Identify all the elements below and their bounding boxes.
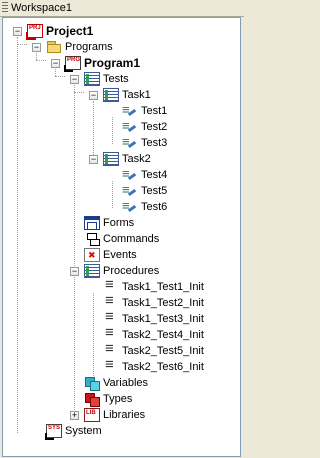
tree-item-program[interactable]: Program1 [64, 55, 141, 72]
tree-item-label: Programs [65, 41, 113, 53]
tree-item-events[interactable]: Events [84, 247, 137, 263]
tree-item-test4[interactable]: Test4 [122, 166, 168, 183]
tree-item-commands[interactable]: Commands [84, 231, 159, 247]
tree-item-libraries[interactable]: Libraries [84, 407, 145, 423]
tree-item-label: Forms [103, 217, 135, 229]
tree-line [36, 53, 38, 60]
program-icon [64, 56, 81, 72]
tree-item-label: Task2_Test5_Init [122, 345, 204, 357]
tree-item-variables[interactable]: Variables [84, 375, 148, 391]
tree-item-procedure[interactable]: Task1_Test1_Init [103, 277, 204, 295]
workspace-tree[interactable]: − Project1 − Programs − Program1 − Tests… [3, 18, 240, 456]
procedures-icon [84, 264, 100, 278]
tree-line [112, 181, 114, 208]
tree-item-procedure[interactable]: Task2_Test4_Init [103, 325, 204, 343]
expand-toggle-project[interactable]: − [13, 27, 22, 36]
tree-item-procedure[interactable]: Task1_Test2_Init [103, 293, 204, 311]
tree-item-test6[interactable]: Test6 [122, 198, 168, 215]
tree-line [17, 37, 19, 433]
tree-item-label: Test4 [141, 169, 168, 181]
tree-item-types[interactable]: Types [84, 391, 132, 407]
folder-icon [46, 40, 62, 54]
tree-item-label: Test2 [141, 121, 168, 133]
tree-item-label: Task2_Test6_Init [122, 361, 204, 373]
tree-item-label: Test5 [141, 185, 168, 197]
tree-item-procedures[interactable]: Procedures [84, 263, 159, 279]
tree-item-label: Task2 [122, 153, 151, 165]
tree-line [36, 60, 46, 62]
tree-item-forms[interactable]: Forms [84, 215, 134, 231]
tree-item-test5[interactable]: Test5 [122, 182, 168, 199]
tree-line [17, 44, 27, 46]
tree-item-label: Test1 [141, 105, 168, 117]
tree-line [74, 92, 84, 94]
variables-icon [84, 376, 100, 391]
procedure-icon [103, 357, 119, 374]
tree-line [55, 69, 57, 76]
events-icon [84, 248, 100, 262]
expand-toggle-program[interactable]: − [51, 59, 60, 68]
expand-toggle-task1[interactable]: − [89, 91, 98, 100]
workspace-title: Workspace1 [11, 2, 72, 14]
tree-item-label: Events [103, 249, 137, 261]
tree-line [112, 117, 114, 144]
test-icon [122, 102, 138, 118]
tree-item-label: Task1_Test1_Init [122, 281, 204, 293]
tree-item-label: Test6 [141, 201, 168, 213]
tree-item-procedure[interactable]: Task1_Test3_Init [103, 309, 204, 327]
test-icon [122, 182, 138, 198]
tree-item-label: Types [103, 393, 133, 405]
task-icon [103, 88, 119, 102]
tree-item-test1[interactable]: Test1 [122, 102, 168, 119]
tree-line [93, 293, 95, 376]
expand-toggle-tests[interactable]: − [70, 75, 79, 84]
task-icon [103, 152, 119, 166]
expand-toggle-procedures[interactable]: − [70, 267, 79, 276]
tree-item-label: Task1_Test3_Init [122, 313, 204, 325]
test-icon [122, 166, 138, 182]
types-icon [84, 392, 100, 407]
tree-item-task2[interactable]: Task2 [103, 151, 151, 167]
expand-toggle-libraries[interactable]: + [70, 411, 79, 420]
tree-item-label: Task2_Test4_Init [122, 329, 204, 341]
tree-item-project[interactable]: Project1 [26, 23, 94, 40]
tree-item-tests[interactable]: Tests [84, 71, 129, 87]
tree-item-test3[interactable]: Test3 [122, 134, 168, 151]
tree-item-label: Commands [103, 233, 160, 245]
workspace-titlebar: Workspace1 [0, 0, 244, 17]
tree-line [93, 101, 95, 159]
tree-item-procedure[interactable]: Task2_Test6_Init [103, 357, 204, 375]
tree-item-label: Tests [103, 73, 129, 85]
tree-item-label: Program1 [84, 56, 141, 70]
test-icon [122, 198, 138, 214]
test-icon [122, 118, 138, 134]
expand-toggle-programs[interactable]: − [32, 43, 41, 52]
form-icon [84, 216, 100, 230]
tree-item-system[interactable]: System [45, 423, 102, 440]
tree-item-label: Task1 [122, 89, 151, 101]
tree-item-programs[interactable]: Programs [46, 39, 113, 55]
tree-line [74, 85, 76, 412]
tree-item-test2[interactable]: Test2 [122, 118, 168, 135]
tree-item-label: Variables [103, 377, 149, 389]
test-icon [122, 134, 138, 150]
tree-item-task1[interactable]: Task1 [103, 87, 151, 103]
project-icon [26, 24, 43, 40]
tree-item-label: Project1 [46, 24, 94, 38]
commands-icon [84, 232, 100, 246]
tree-item-label: Test3 [141, 137, 168, 149]
workspace-tree-pane[interactable]: − Project1 − Programs − Program1 − Tests… [2, 17, 241, 457]
tree-item-label: Libraries [103, 409, 146, 421]
system-icon [45, 424, 62, 440]
tree-line [55, 76, 65, 78]
tree-item-label: System [65, 425, 102, 437]
libraries-icon [84, 408, 100, 422]
tests-list-icon [84, 72, 100, 86]
tree-item-procedure[interactable]: Task2_Test5_Init [103, 341, 204, 359]
tree-item-label: Task1_Test2_Init [122, 297, 204, 309]
grip-icon [2, 2, 8, 14]
expand-toggle-task2[interactable]: − [89, 155, 98, 164]
